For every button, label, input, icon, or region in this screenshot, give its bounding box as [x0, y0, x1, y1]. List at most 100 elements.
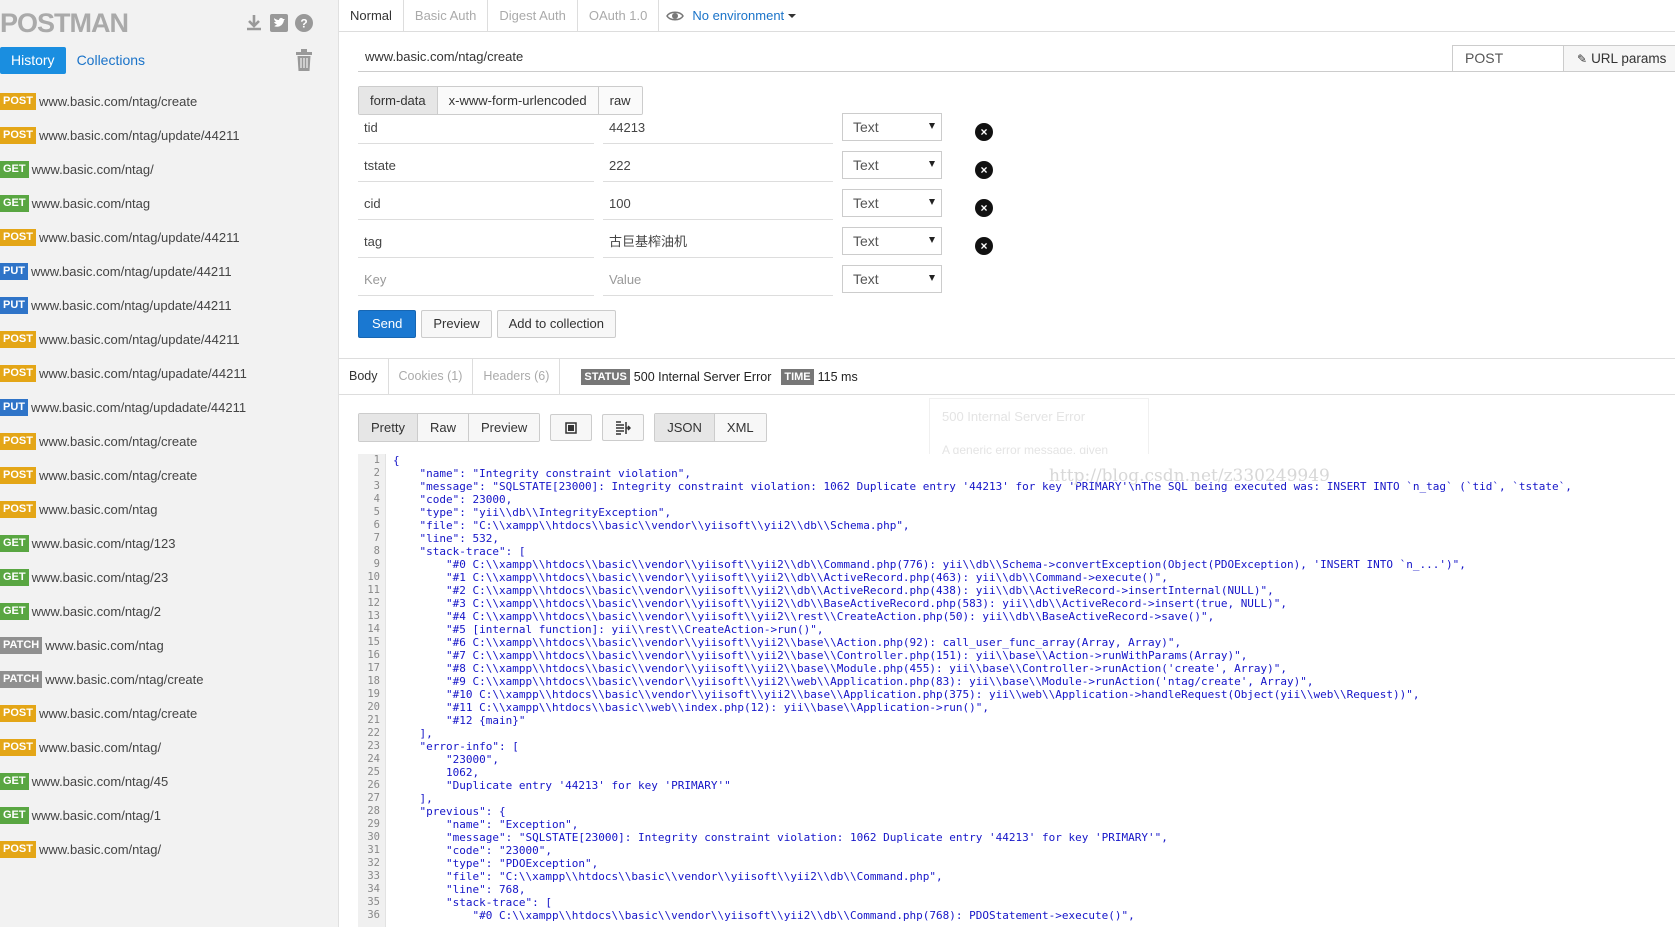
- tab-form-data[interactable]: form-data: [359, 87, 438, 114]
- line-number: 16: [367, 649, 380, 661]
- history-item[interactable]: POST www.basic.com/ntag/create: [0, 424, 339, 458]
- raw-button[interactable]: Raw: [417, 414, 469, 441]
- history-item[interactable]: GET www.basic.com/ntag/123: [0, 526, 339, 560]
- history-item[interactable]: GET www.basic.com/ntag/: [0, 152, 339, 186]
- param-type-select[interactable]: Text: [842, 227, 942, 255]
- method-badge: POST: [0, 738, 36, 756]
- history-url: www.basic.com/ntag/update/44211: [31, 263, 232, 279]
- history-item[interactable]: PUT www.basic.com/ntag/update/44211: [0, 288, 339, 322]
- url-input[interactable]: www.basic.com/ntag/create: [358, 45, 1466, 72]
- code-line: "type": "yii\\db\\IntegrityException",: [393, 506, 672, 519]
- code-line: "#0 C:\\xampp\\htdocs\\basic\\vendor\\yi…: [393, 558, 1466, 571]
- history-item[interactable]: GET www.basic.com/ntag/1: [0, 798, 339, 832]
- remove-icon[interactable]: ×: [975, 237, 993, 255]
- history-item[interactable]: POST www.basic.com/ntag/create: [0, 458, 339, 492]
- history-item[interactable]: PUT www.basic.com/ntag/update/44211: [0, 254, 339, 288]
- code-line: "23000",: [393, 753, 499, 766]
- line-number: 3: [373, 480, 380, 492]
- add-to-collection-button[interactable]: Add to collection: [496, 310, 617, 338]
- param-value-input[interactable]: 44213: [603, 114, 833, 144]
- code-line: "#1 C:\\xampp\\htdocs\\basic\\vendor\\yi…: [393, 571, 1168, 584]
- pretty-button[interactable]: Pretty: [359, 414, 418, 441]
- code-line: "stack-trace": [: [393, 896, 552, 909]
- tab-history[interactable]: History: [0, 47, 66, 74]
- response-body[interactable]: 1 2 3 4 5 6 7 8 9 10 11 12 13 14 15 16 17 18 19 20 21 22 23 24 2…: [358, 454, 1675, 927]
- history-list: POST www.basic.com/ntag/create POST www.bas…: [0, 84, 339, 866]
- param-value-input[interactable]: Value: [603, 266, 833, 296]
- code-line: "#3 C:\\xampp\\htdocs\\basic\\vendor\\yi…: [393, 597, 1288, 610]
- line-number: 20: [367, 701, 380, 713]
- fullscreen-icon[interactable]: [550, 414, 593, 441]
- param-key-input[interactable]: Key: [358, 266, 594, 296]
- tab-urlencoded[interactable]: x-www-form-urlencoded: [437, 87, 599, 114]
- trash-icon[interactable]: [295, 49, 313, 71]
- send-button[interactable]: Send: [358, 310, 417, 338]
- method-badge: POST: [0, 92, 36, 110]
- history-item[interactable]: POST www.basic.com/ntag/: [0, 730, 339, 764]
- preview-button[interactable]: Preview: [421, 310, 492, 338]
- remove-icon[interactable]: ×: [975, 199, 993, 217]
- twitter-icon[interactable]: [269, 13, 289, 33]
- param-type-select[interactable]: Text: [842, 189, 942, 217]
- history-item[interactable]: POST www.basic.com/ntag/create: [0, 84, 339, 118]
- tab-raw[interactable]: raw: [598, 87, 642, 114]
- history-url: www.basic.com/ntag/123: [31, 535, 176, 551]
- history-item[interactable]: GET www.basic.com/ntag/45: [0, 764, 339, 798]
- param-key-input[interactable]: cid: [358, 190, 594, 220]
- line-number: 15: [367, 636, 380, 648]
- environment-selector[interactable]: No environment: [666, 0, 797, 31]
- remove-icon[interactable]: ×: [975, 161, 993, 179]
- history-item[interactable]: POST www.basic.com/ntag: [0, 492, 339, 526]
- param-type-select[interactable]: Text: [842, 113, 942, 141]
- code-line: "#6 C:\\xampp\\htdocs\\basic\\vendor\\yi…: [393, 636, 1182, 649]
- tab-headers[interactable]: Headers (6): [473, 359, 561, 394]
- history-item[interactable]: POST www.basic.com/ntag/update/44211: [0, 322, 339, 356]
- xml-button[interactable]: XML: [714, 414, 766, 441]
- tab-digest-auth[interactable]: Digest Auth: [488, 0, 578, 31]
- history-item[interactable]: GET www.basic.com/ntag/23: [0, 560, 339, 594]
- line-number: 12: [367, 597, 380, 609]
- code-line: ],: [393, 792, 433, 805]
- history-item[interactable]: GET www.basic.com/ntag/2: [0, 594, 339, 628]
- code-line: "line": 768,: [393, 883, 526, 896]
- param-type-label: Text: [853, 119, 879, 135]
- help-icon[interactable]: ?: [294, 13, 314, 33]
- history-item[interactable]: POST www.basic.com/ntag/: [0, 832, 339, 866]
- json-button[interactable]: JSON: [655, 414, 715, 441]
- url-params-button[interactable]: ✎ URL params: [1563, 45, 1675, 72]
- method-badge: GET: [0, 772, 29, 790]
- download-icon[interactable]: [244, 13, 264, 33]
- method-badge: GET: [0, 602, 29, 620]
- indent-icon[interactable]: [602, 414, 645, 441]
- history-item[interactable]: PUT www.basic.com/ntag/updadate/44211: [0, 390, 339, 424]
- code-line: "#8 C:\\xampp\\htdocs\\basic\\vendor\\yi…: [393, 662, 1288, 675]
- method-badge: GET: [0, 568, 29, 586]
- history-item[interactable]: PATCH www.basic.com/ntag/create: [0, 662, 339, 696]
- history-url: www.basic.com/ntag/1: [31, 807, 161, 823]
- history-item[interactable]: POST www.basic.com/ntag/upadate/44211: [0, 356, 339, 390]
- eye-icon[interactable]: [666, 10, 685, 22]
- param-value-input[interactable]: 100: [603, 190, 833, 220]
- param-key-input[interactable]: tag: [358, 228, 594, 258]
- tab-normal[interactable]: Normal: [339, 0, 404, 31]
- param-key-input[interactable]: tid: [358, 114, 594, 144]
- history-item[interactable]: POST www.basic.com/ntag/create: [0, 696, 339, 730]
- response-status: STATUS 500 Internal Server Error TIME 11…: [581, 359, 858, 394]
- param-type-select[interactable]: Text: [842, 265, 942, 293]
- tab-cookies[interactable]: Cookies (1): [389, 359, 474, 394]
- tab-basic-auth[interactable]: Basic Auth: [404, 0, 489, 31]
- remove-icon[interactable]: ×: [975, 123, 993, 141]
- preview-response-button[interactable]: Preview: [468, 414, 540, 441]
- param-key-input[interactable]: tstate: [358, 152, 594, 182]
- param-value-input[interactable]: 古巨基榨油机: [603, 228, 833, 258]
- history-item[interactable]: POST www.basic.com/ntag/update/44211: [0, 220, 339, 254]
- history-item[interactable]: PATCH www.basic.com/ntag: [0, 628, 339, 662]
- history-item[interactable]: POST www.basic.com/ntag/update/44211: [0, 118, 339, 152]
- param-type-select[interactable]: Text: [842, 151, 942, 179]
- tab-body[interactable]: Body: [339, 359, 389, 394]
- history-item[interactable]: GET www.basic.com/ntag: [0, 186, 339, 220]
- tab-collections[interactable]: Collections: [66, 47, 156, 74]
- param-value-input[interactable]: 222: [603, 152, 833, 182]
- code-line: "#5 [internal function]: yii\\rest\\Crea…: [393, 623, 824, 636]
- tab-oauth[interactable]: OAuth 1.0: [578, 0, 660, 31]
